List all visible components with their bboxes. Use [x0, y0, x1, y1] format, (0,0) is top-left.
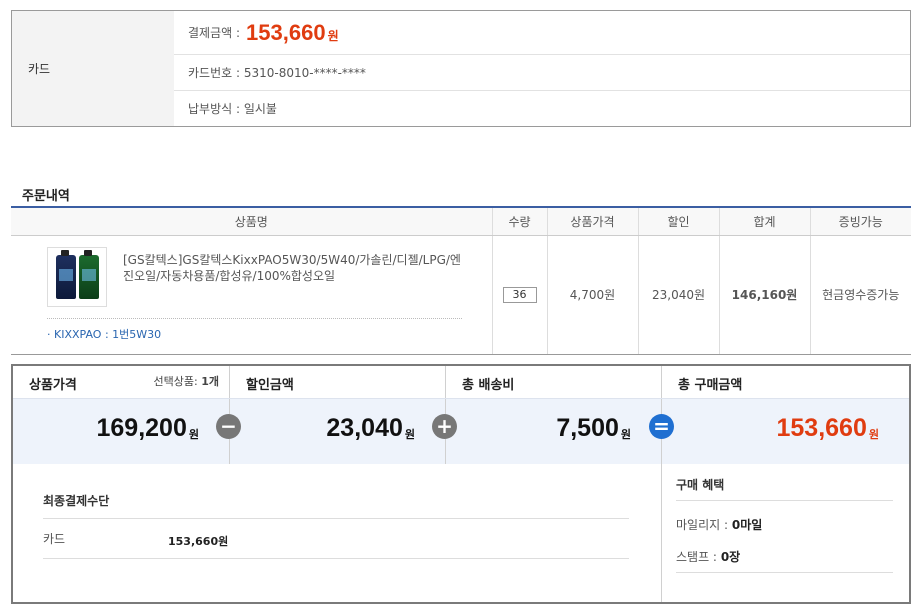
oil-bottle-icon — [78, 249, 99, 299]
quantity-box: 36 — [502, 286, 537, 303]
discount-unit: 원 — [404, 427, 415, 441]
final-payment: 최종결제수단 카드 153,660원 — [13, 464, 661, 602]
shipping-label: 총 배송비 — [462, 378, 515, 393]
product-name[interactable]: [GS칼텍스]GS칼텍스KixxPAO5W30/5W40/가솔린/디젤/LPG/… — [123, 252, 468, 284]
summary-body: 최종결제수단 카드 153,660원 구매 혜택 마일리지 : 0마일 스탬프 … — [13, 464, 909, 602]
stamp-row: 스탬프 : 0장 — [676, 548, 740, 565]
payment-amount-unit: 원 — [327, 29, 339, 43]
header-product: 상품명 — [11, 206, 492, 236]
product-price-label: 상품가격 — [29, 378, 77, 393]
installment-row: 납부방식 : 일시불 — [174, 91, 910, 126]
payment-info-box: 카드 결제금액 : 153,660 원 카드번호 : 5310-8010-***… — [11, 10, 911, 127]
shipping-unit: 원 — [620, 427, 631, 441]
table-row: [GS칼텍스]GS칼텍스KixxPAO5W30/5W40/가솔린/디젤/LPG/… — [11, 235, 911, 355]
stamp-label: 스탬프 : — [676, 550, 717, 564]
payment-amount-label: 결제금액 : — [188, 26, 241, 40]
order-table: 상품명 수량 상품가격 할인 합계 증빙가능 [GS칼텍스]GS칼텍스KixxP… — [11, 206, 911, 355]
selected-count: 선택상품: 1개 — [153, 375, 219, 388]
stamp-value: 0장 — [720, 550, 741, 564]
divider — [676, 500, 893, 501]
purchase-benefits: 구매 혜택 마일리지 : 0마일 스탬프 : 0장 — [661, 464, 909, 602]
order-section-title: 주문내역 — [22, 189, 70, 204]
header-proof: 증빙가능 — [809, 206, 911, 236]
price-summary: 상품가격 선택상품: 1개 할인금액 총 배송비 총 구매금액 169,200 … — [11, 364, 911, 604]
divider — [43, 558, 629, 559]
header-price: 상품가격 — [546, 206, 638, 236]
payment-method-label: 카드 — [12, 11, 174, 126]
divider — [676, 572, 893, 573]
order-table-header: 상품명 수량 상품가격 할인 합계 증빙가능 — [11, 206, 911, 236]
payment-amount-row: 결제금액 : 153,660 원 — [174, 11, 910, 55]
discount-value: 23,040 — [326, 414, 403, 442]
final-payment-title: 최종결제수단 — [43, 494, 110, 508]
installment: 납부방식 : 일시불 — [188, 102, 277, 116]
minus-icon: − — [216, 414, 241, 439]
final-payment-amount: 153,660원 — [168, 535, 229, 548]
price-cell: 4,700원 — [546, 235, 638, 355]
total-label: 총 구매금액 — [678, 378, 743, 393]
total-value: 153,660 — [776, 414, 867, 442]
mileage-row: 마일리지 : 0마일 — [676, 516, 762, 533]
product-divider — [47, 317, 462, 319]
plus-icon: + — [432, 414, 457, 439]
quantity-cell: 36 — [491, 235, 547, 355]
product-option: · KIXXPAO : 1번5W30 — [47, 327, 162, 341]
shipping-value: 7,500 — [556, 414, 619, 442]
oil-bottle-icon — [55, 249, 76, 299]
total-unit: 원 — [868, 427, 879, 441]
mileage-label: 마일리지 : — [676, 518, 729, 532]
equals-icon: = — [649, 414, 674, 439]
final-payment-method: 카드 — [43, 532, 66, 546]
divider — [43, 518, 629, 519]
mileage-value: 0마일 — [731, 518, 763, 532]
header-discount: 할인 — [637, 206, 719, 236]
header-total: 합계 — [718, 206, 810, 236]
discount-cell: 23,040원 — [637, 235, 719, 355]
total-cell: 146,160원 — [718, 235, 810, 355]
summary-values: 169,200 원 23,040 원 7,500 원 153,660 원 − +… — [13, 398, 909, 464]
card-number: 카드번호 : 5310-8010-****-**** — [188, 66, 366, 80]
benefits-title: 구매 혜택 — [676, 478, 725, 492]
product-price-unit: 원 — [188, 427, 199, 441]
discount-label: 할인금액 — [246, 378, 294, 393]
payment-amount-value: 153,660 — [246, 19, 326, 45]
payment-details: 결제금액 : 153,660 원 카드번호 : 5310-8010-****-*… — [174, 11, 910, 126]
header-quantity: 수량 — [491, 206, 547, 236]
product-image[interactable] — [47, 246, 107, 307]
product-cell: [GS칼텍스]GS칼텍스KixxPAO5W30/5W40/가솔린/디젤/LPG/… — [11, 235, 492, 355]
card-number-row: 카드번호 : 5310-8010-****-**** — [174, 55, 910, 91]
summary-header: 상품가격 선택상품: 1개 할인금액 총 배송비 총 구매금액 — [13, 366, 909, 398]
product-price-value: 169,200 — [96, 414, 187, 442]
proof-cell: 현금영수증가능 — [809, 235, 911, 355]
